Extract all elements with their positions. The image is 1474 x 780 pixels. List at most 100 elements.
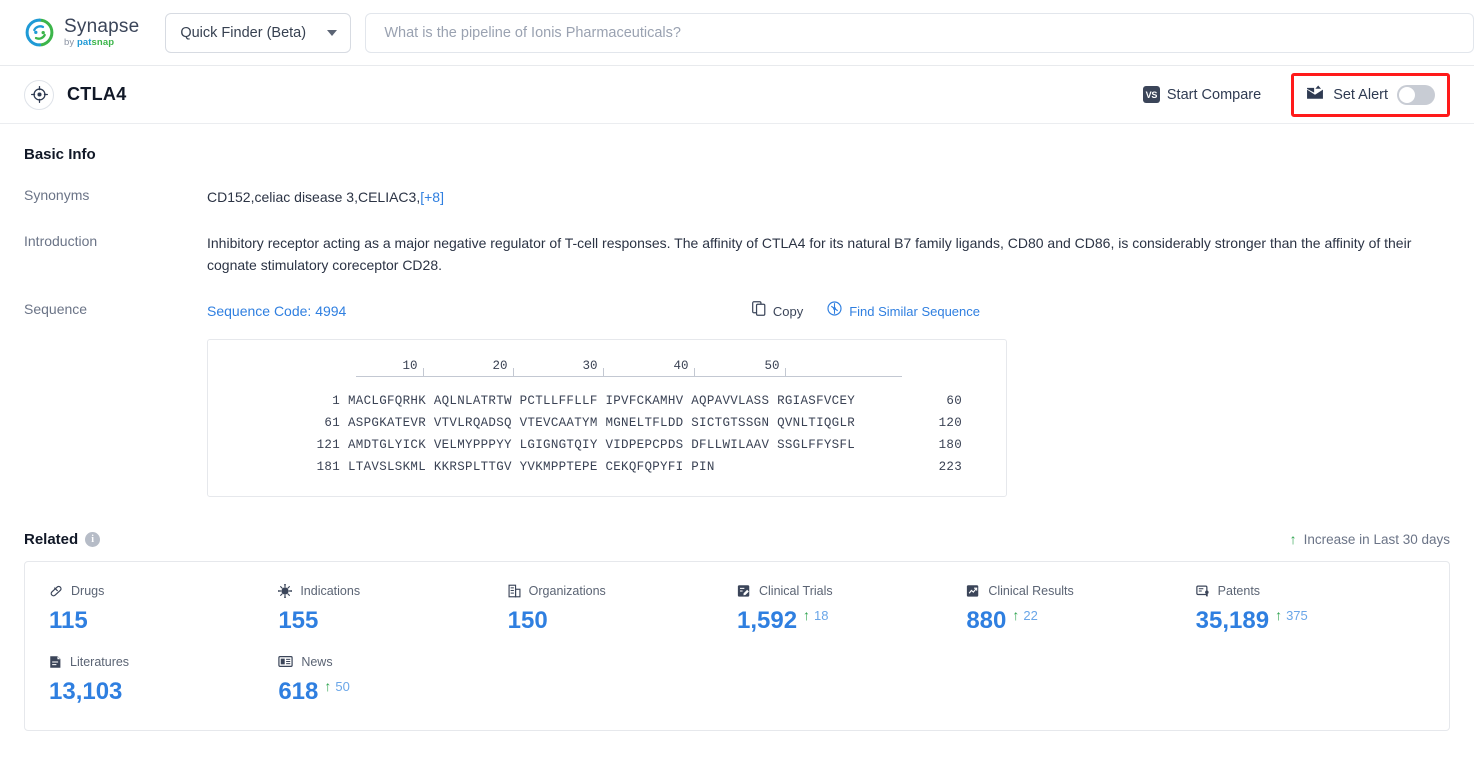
brand-tagline: by patsnap <box>64 38 139 48</box>
metric-label-text: Patents <box>1217 583 1261 598</box>
metric-delta-value: 22 <box>1023 607 1038 623</box>
quick-finder-dropdown[interactable]: Quick Finder (Beta) <box>165 12 352 53</box>
ruler-line <box>356 375 902 377</box>
metric-value-text: 155 <box>278 606 319 634</box>
sequence-line-residues: ASPGKATEVR VTVLRQADSQ VTEVCAATYM MGNELTF… <box>348 415 856 430</box>
search-input[interactable] <box>382 13 1457 52</box>
sequence-line-start: 181 <box>316 459 340 474</box>
metric-delta: ↑ 18 <box>803 608 828 625</box>
start-compare-button[interactable]: VS Start Compare <box>1135 80 1269 109</box>
literature-icon <box>49 655 62 669</box>
metric-literatures[interactable]: Literatures 13,103 <box>49 655 278 706</box>
metric-drugs[interactable]: Drugs 115 <box>49 584 278 635</box>
virus-icon <box>278 583 293 598</box>
metrics-grid: Drugs 115 Indications 155 Organizations … <box>25 583 1449 706</box>
set-alert-toggle[interactable] <box>1397 84 1435 105</box>
metric-clinical-trials[interactable]: Clinical Trials 1,592 ↑ 18 <box>737 584 966 635</box>
metric-delta: ↑ 22 <box>1012 608 1037 625</box>
ruler-tick-10 <box>423 367 424 376</box>
up-arrow-icon: ↑ <box>1289 531 1297 548</box>
metric-value-text: 115 <box>49 606 88 634</box>
sequence-label: Sequence <box>24 301 88 318</box>
set-alert-highlight: Set Alert <box>1291 72 1450 117</box>
brand-snap: snap <box>91 37 115 49</box>
alert-envelope-icon <box>1306 85 1324 105</box>
ruler-tick-50 <box>785 367 786 376</box>
metric-delta: ↑ 50 <box>324 679 349 696</box>
synonyms-more-link[interactable]: [+8] <box>420 189 444 205</box>
ruler-tick-30 <box>603 367 604 376</box>
clinical-result-icon <box>966 584 980 598</box>
sequence-panel: 10 20 30 40 50 1 MACLGFQRHK AQLNLATRTW P <box>207 338 1007 497</box>
ruler-label-10: 10 <box>402 358 418 373</box>
up-arrow-icon: ↑ <box>1012 607 1020 624</box>
metric-clinical-results[interactable]: Clinical Results 880 ↑ 22 <box>966 584 1195 635</box>
top-bar: Synapse by patsnap Quick Finder (Beta) <box>0 0 1474 66</box>
copy-icon <box>751 300 766 322</box>
basic-info-heading: Basic Info <box>24 146 96 163</box>
sequence-line-start: 121 <box>316 437 340 452</box>
organization-icon <box>508 584 521 598</box>
synonyms-row: Synonyms CD152,celiac disease 3,CELIAC3,… <box>24 186 1450 209</box>
related-title: Related <box>24 530 79 548</box>
sequence-code[interactable]: Sequence Code: 4994 <box>207 300 346 323</box>
sequence-line-end: 180 <box>938 437 962 452</box>
related-metrics-card: Drugs 115 Indications 155 Organizations … <box>24 560 1450 731</box>
toggle-knob <box>1399 86 1415 103</box>
sequence-line-start: 61 <box>324 415 340 430</box>
metric-value-text: 618 <box>278 677 319 705</box>
metric-patents[interactable]: Patents 35,189 ↑ 375 <box>1196 584 1425 635</box>
copy-label: Copy <box>772 303 804 319</box>
introduction-row: Introduction Inhibitory receptor acting … <box>24 232 1450 277</box>
metric-label-text: Clinical Results <box>988 583 1074 598</box>
sequence-line-residues: AMDTGLYICK VELMYPPPYY LGIGNGTQIY VIDPEPC… <box>348 437 856 452</box>
start-compare-label: Start Compare <box>1166 86 1262 103</box>
up-arrow-icon: ↑ <box>803 607 811 624</box>
ruler-label-20: 20 <box>492 358 508 373</box>
metric-delta: ↑ 375 <box>1275 608 1308 625</box>
quick-finder-label: Quick Finder (Beta) <box>180 24 307 41</box>
increase-legend-label: Increase in Last 30 days <box>1303 531 1450 547</box>
metric-delta-value: 50 <box>335 678 350 694</box>
introduction-value: Inhibitory receptor acting as a major ne… <box>207 234 1412 274</box>
increase-legend: ↑ Increase in Last 30 days <box>1290 532 1450 547</box>
find-similar-icon <box>827 301 842 322</box>
metric-organizations[interactable]: Organizations 150 <box>508 584 737 635</box>
ruler-label-30: 30 <box>582 358 598 373</box>
metric-indications[interactable]: Indications 155 <box>278 583 507 635</box>
sequence-line-end: 223 <box>938 459 962 474</box>
find-similar-label: Find Similar Sequence <box>849 303 980 319</box>
up-arrow-icon: ↑ <box>324 678 332 695</box>
sequence-body: Sequence Code: 4994 Copy Find Similar Se… <box>207 300 1450 497</box>
sequence-line: 61 ASPGKATEVR VTVLRQADSQ VTEVCAATYM MGNE… <box>208 412 1006 434</box>
synonyms-label: Synonyms <box>24 187 90 203</box>
metric-label-text: Indications <box>300 583 361 598</box>
metric-label-text: Organizations <box>528 583 606 598</box>
pill-icon <box>49 584 63 598</box>
metric-news[interactable]: News 618 ↑ 50 <box>278 655 507 706</box>
synapse-logo[interactable]: Synapse by patsnap <box>24 17 139 48</box>
main-content: Basic Info Synonyms CD152,celiac disease… <box>0 146 1474 731</box>
ruler-label-50: 50 <box>764 358 780 373</box>
set-alert-label: Set Alert <box>1333 86 1388 103</box>
ruler-tick-20 <box>513 367 514 376</box>
find-similar-sequence-button[interactable]: Find Similar Sequence <box>827 301 980 322</box>
sequence-line-residues: MACLGFQRHK AQLNLATRTW PCTLLFFLLF IPVFCKA… <box>348 393 856 408</box>
search-box[interactable] <box>365 12 1474 53</box>
info-icon[interactable]: i <box>85 531 101 547</box>
copy-button[interactable]: Copy <box>751 300 804 322</box>
metric-label-text: Drugs <box>71 583 105 598</box>
metric-value-text: 880 <box>966 606 1007 634</box>
synonyms-value: CD152,celiac disease 3,CELIAC3, <box>207 189 421 205</box>
sequence-line: 181 LTAVSLSKML KKRSPLTTGV YVKMPPTEPE CEK… <box>208 456 1006 478</box>
brand-pat: pat <box>76 37 92 49</box>
metric-label-text: Literatures <box>70 654 130 669</box>
sequence-ruler: 10 20 30 40 50 <box>208 354 1006 384</box>
patent-icon <box>1195 584 1210 598</box>
metric-value-text: 1,592 <box>736 606 798 634</box>
up-arrow-icon: ↑ <box>1275 607 1283 624</box>
sequence-line-end: 60 <box>946 393 962 408</box>
ruler-tick-40 <box>694 367 695 376</box>
brand-name: Synapse <box>64 16 140 38</box>
ruler-label-40: 40 <box>673 358 689 373</box>
